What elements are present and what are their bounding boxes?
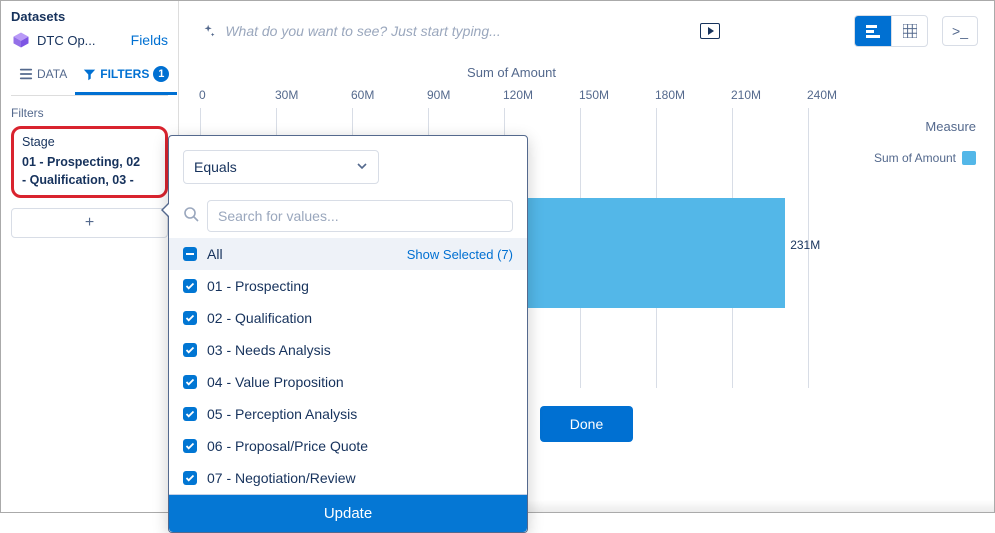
x-axis-ticks: 030M60M90M120M150M180M210M240M [199,88,982,102]
chart-title: Sum of Amount [45,65,978,80]
play-button[interactable] [700,23,720,39]
values-search-input[interactable] [207,200,513,232]
filter-option[interactable]: 05 - Perception Analysis [169,398,527,430]
filter-field-name: Stage [22,135,157,149]
fields-link[interactable]: Fields [131,32,168,48]
axis-tick: 210M [731,88,807,102]
sparkle-icon [201,23,215,39]
dataset-cube-icon [11,30,31,50]
prompt-glyph: >_ [952,23,968,39]
filter-values-popover: Equals All Show Selected (7) 01 - Prospe… [168,135,528,533]
filter-option[interactable]: 01 - Prospecting [169,270,527,302]
filter-option-label: 01 - Prospecting [207,278,309,294]
filter-card-stage[interactable]: Stage 01 - Prospecting, 02 - Qualificati… [11,126,168,198]
axis-tick: 30M [275,88,351,102]
filter-option-label: 04 - Value Proposition [207,374,344,390]
filter-values-line2: - Qualification, 03 - [22,171,157,189]
saql-mode-button[interactable]: >_ [942,16,978,46]
view-mode-group [854,15,928,47]
checked-icon [183,439,197,453]
chart-mode-button[interactable] [855,16,891,46]
checked-icon [183,407,197,421]
ask-input[interactable] [225,23,690,39]
axis-tick: 120M [503,88,579,102]
filter-option-label: 05 - Perception Analysis [207,406,357,422]
checked-icon [183,279,197,293]
ask-data-box [195,21,726,41]
axis-tick: 240M [807,88,883,102]
checked-icon [183,343,197,357]
filters-section-label: Filters [11,106,168,120]
axis-tick: 90M [427,88,503,102]
axis-tick: 0 [199,88,275,102]
checked-icon [183,471,197,485]
filter-option-label: 06 - Proposal/Price Quote [207,438,368,454]
dataset-row[interactable]: DTC Op... Fields [11,30,168,50]
datasets-heading: Datasets [11,9,168,24]
filter-option-label: 02 - Qualification [207,310,312,326]
filter-option[interactable]: 03 - Needs Analysis [169,334,527,366]
search-icon [183,206,199,227]
options-list: 01 - Prospecting 02 - Qualification 03 - N… [169,270,527,494]
axis-tick: 150M [579,88,655,102]
checked-icon [183,311,197,325]
chevron-down-icon [356,159,368,175]
filter-values-line1: 01 - Prospecting, 02 [22,153,157,171]
filter-option-label: 03 - Needs Analysis [207,342,331,358]
filter-option[interactable]: 02 - Qualification [169,302,527,334]
table-icon [903,24,917,38]
plus-icon: + [85,214,94,232]
show-selected-link[interactable]: Show Selected (7) [407,247,513,262]
filter-option[interactable]: 06 - Proposal/Price Quote [169,430,527,462]
filter-option[interactable]: 04 - Value Proposition [169,366,527,398]
checked-icon [183,375,197,389]
axis-tick: 180M [655,88,731,102]
update-button[interactable]: Update [169,494,527,532]
bar-chart-icon [865,24,881,38]
operator-value: Equals [194,159,237,175]
partial-check-icon [183,247,197,261]
select-all-row[interactable]: All Show Selected (7) [169,238,527,270]
axis-tick: 60M [351,88,427,102]
add-filter-button[interactable]: + [11,208,168,238]
operator-select[interactable]: Equals [183,150,379,184]
table-mode-button[interactable] [891,16,927,46]
dataset-name: DTC Op... [37,33,96,48]
done-button[interactable]: Done [540,406,633,442]
filter-option-label: 07 - Negotiation/Review [207,470,356,486]
list-icon [19,67,33,81]
filter-option[interactable]: 07 - Negotiation/Review [169,462,527,494]
all-label: All [207,246,223,262]
bar-value-label: 231M [790,238,820,252]
